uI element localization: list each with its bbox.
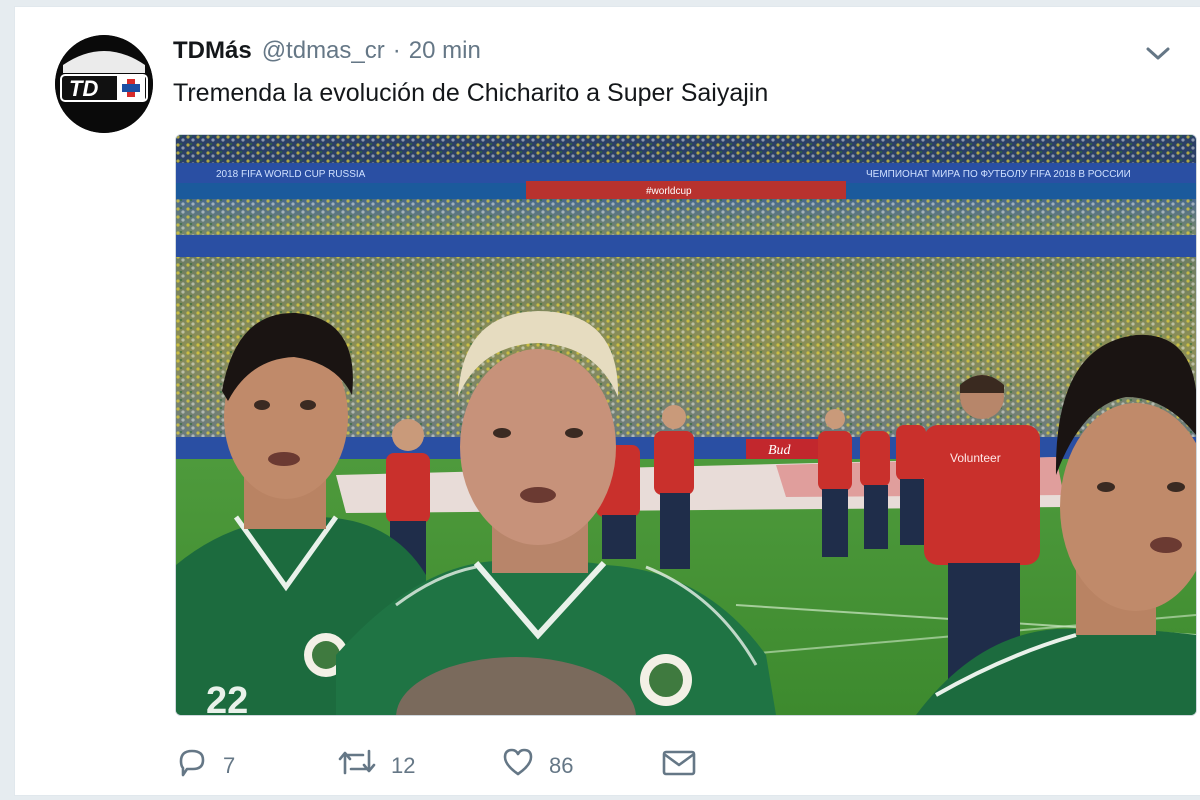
reply-button[interactable]: 7 xyxy=(175,742,235,782)
display-name[interactable]: TDMás xyxy=(173,37,252,65)
reply-count: 7 xyxy=(223,753,236,778)
svg-text:22: 22 xyxy=(206,680,248,715)
stadium-photo: 2018 FIFA WORLD CUP RUSSIA ЧЕМПИОНАТ МИР… xyxy=(176,135,1196,715)
vest-text: Volunteer xyxy=(950,451,1001,465)
tweet-header: TDMás @tdmas_cr · 20 min xyxy=(173,37,481,67)
chevron-down-icon[interactable] xyxy=(1143,41,1173,65)
reply-icon xyxy=(179,749,205,777)
tweet-card[interactable]: TD TDMás @tdmas_cr · 20 min Tremenda la … xyxy=(14,6,1200,796)
ad-board-text: Bud xyxy=(768,443,792,458)
retweet-count: 12 xyxy=(391,753,416,778)
banner-right: ЧЕМПИОНАТ МИРА ПО ФУТБОЛУ FIFA 2018 В РО… xyxy=(866,169,1131,180)
page: TD TDMás @tdmas_cr · 20 min Tremenda la … xyxy=(0,0,1200,800)
avatar[interactable]: TD xyxy=(55,35,153,133)
retweet-icon xyxy=(338,749,376,775)
like-button[interactable]: 86 xyxy=(501,742,573,782)
svg-text:TD: TD xyxy=(69,76,98,101)
direct-message-button[interactable] xyxy=(661,742,697,782)
banner-center: #worldcup xyxy=(646,186,692,197)
tweet-photo[interactable]: 2018 FIFA WORLD CUP RUSSIA ЧЕМПИОНАТ МИР… xyxy=(175,134,1197,716)
envelope-icon xyxy=(662,750,696,776)
td-mas-logo: TD xyxy=(55,35,153,133)
banner-left: 2018 FIFA WORLD CUP RUSSIA xyxy=(216,169,366,180)
tweet-text: Tremenda la evolución de Chicharito a Su… xyxy=(173,79,769,107)
timestamp[interactable]: 20 min xyxy=(409,37,481,65)
like-count: 86 xyxy=(549,753,574,778)
retweet-button[interactable]: 12 xyxy=(337,742,415,782)
heart-icon xyxy=(503,748,533,776)
tweet-actions: 7 12 86 xyxy=(175,742,735,782)
user-handle[interactable]: @tdmas_cr xyxy=(262,37,385,65)
separator-dot: · xyxy=(392,37,401,64)
